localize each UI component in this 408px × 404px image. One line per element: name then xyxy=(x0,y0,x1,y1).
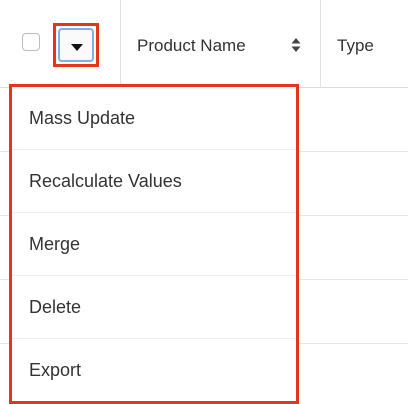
table-header: Product Name Type xyxy=(0,0,408,88)
menu-item-export[interactable]: Export xyxy=(12,339,296,402)
actions-dropdown-button[interactable] xyxy=(58,28,94,62)
menu-item-merge[interactable]: Merge xyxy=(12,213,296,276)
sort-icon[interactable] xyxy=(291,37,301,53)
column-header-product-name[interactable]: Product Name xyxy=(137,36,246,56)
column-header-type[interactable]: Type xyxy=(337,36,374,56)
menu-item-mass-update[interactable]: Mass Update xyxy=(12,87,296,150)
menu-item-recalculate-values[interactable]: Recalculate Values xyxy=(12,150,296,213)
actions-menu: Mass Update Recalculate Values Merge Del… xyxy=(9,84,299,404)
column-divider xyxy=(120,0,121,88)
menu-item-delete[interactable]: Delete xyxy=(12,276,296,339)
actions-toggle-highlight xyxy=(53,23,99,67)
caret-down-icon xyxy=(71,44,83,51)
select-all-checkbox[interactable] xyxy=(22,33,40,51)
column-divider xyxy=(320,0,321,88)
